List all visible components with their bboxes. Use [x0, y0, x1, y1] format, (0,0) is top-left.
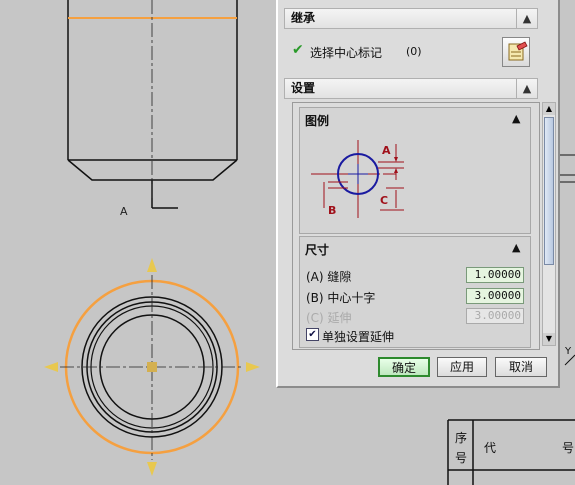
- section-label-a: A: [120, 205, 128, 218]
- size-header[interactable]: 尺寸 ▲: [300, 237, 530, 259]
- title-block-code: 代: [484, 441, 496, 455]
- legend-group: 图例 ▲ A B C: [299, 107, 531, 234]
- collapse-icon[interactable]: ▲: [516, 79, 537, 98]
- settings-section-title: 设置: [291, 81, 316, 95]
- cancel-button[interactable]: 取消: [495, 357, 547, 377]
- scroll-up-arrow[interactable]: ▲: [543, 103, 555, 115]
- select-center-mark-label: 选择中心标记: [310, 46, 383, 60]
- separate-extension-label: 单独设置延伸: [322, 330, 395, 344]
- svg-text:C: C: [380, 194, 388, 207]
- gap-label: (A) 缝隙: [306, 270, 352, 284]
- title-block-seq-1: 序: [455, 430, 467, 445]
- inherit-section-title: 继承: [291, 11, 316, 25]
- cross-label: (B) 中心十字: [306, 291, 376, 305]
- selection-count: (0): [406, 45, 422, 58]
- check-icon: ✔: [292, 42, 304, 58]
- size-group: 尺寸 ▲ (A) 缝隙 1.00000 (B) 中心十字 3.00000 (C)…: [299, 236, 531, 348]
- center-mark-dialog: 继承 ▲ ✔ 选择中心标记 (0) 设置 ▲ 图例 ▲ A B C 尺寸 ▲ (…: [276, 0, 560, 388]
- part-top-view[interactable]: [44, 258, 260, 476]
- center-mark-legend-diagram: A B C: [311, 140, 404, 218]
- select-center-mark-row[interactable]: ✔ 选择中心标记 (0): [292, 42, 502, 62]
- drawing-right-lines: [560, 154, 575, 366]
- extension-label: (C) 延伸: [306, 311, 352, 325]
- legend-header[interactable]: 图例 ▲: [300, 108, 530, 130]
- select-object-button[interactable]: [502, 37, 530, 67]
- extension-input: 3.00000: [466, 308, 524, 324]
- vertical-scrollbar[interactable]: ▲ ▼: [542, 102, 556, 346]
- panel-top-strip: [278, 0, 538, 8]
- size-title: 尺寸: [305, 243, 330, 257]
- settings-section-header[interactable]: 设置 ▲: [284, 78, 538, 99]
- cross-input[interactable]: 3.00000: [466, 288, 524, 304]
- ok-button[interactable]: 确定: [378, 357, 430, 377]
- title-block: [447, 419, 575, 485]
- settings-scroll-area: 图例 ▲ A B C 尺寸 ▲ (A) 缝隙 1.00000 (B) 中心十字 …: [292, 102, 540, 350]
- title-block-seq-2: 号: [455, 451, 467, 465]
- collapse-icon[interactable]: ▲: [512, 241, 520, 254]
- apply-button[interactable]: 应用: [437, 357, 487, 377]
- eraser-select-icon: [508, 41, 528, 61]
- legend-title: 图例: [305, 114, 330, 128]
- scroll-down-arrow[interactable]: ▼: [543, 333, 555, 345]
- drawing-right-text: Y: [564, 346, 572, 357]
- collapse-icon[interactable]: ▲: [512, 112, 520, 125]
- part-side-view: [67, 0, 238, 209]
- inherit-section-header[interactable]: 继承 ▲: [284, 8, 538, 29]
- scroll-thumb[interactable]: [544, 117, 554, 265]
- separate-extension-checkbox[interactable]: ✔: [306, 328, 319, 341]
- title-block-num: 号: [562, 441, 574, 455]
- gap-input[interactable]: 1.00000: [466, 267, 524, 283]
- svg-text:B: B: [328, 204, 336, 217]
- svg-text:A: A: [382, 144, 391, 157]
- collapse-icon[interactable]: ▲: [516, 9, 537, 28]
